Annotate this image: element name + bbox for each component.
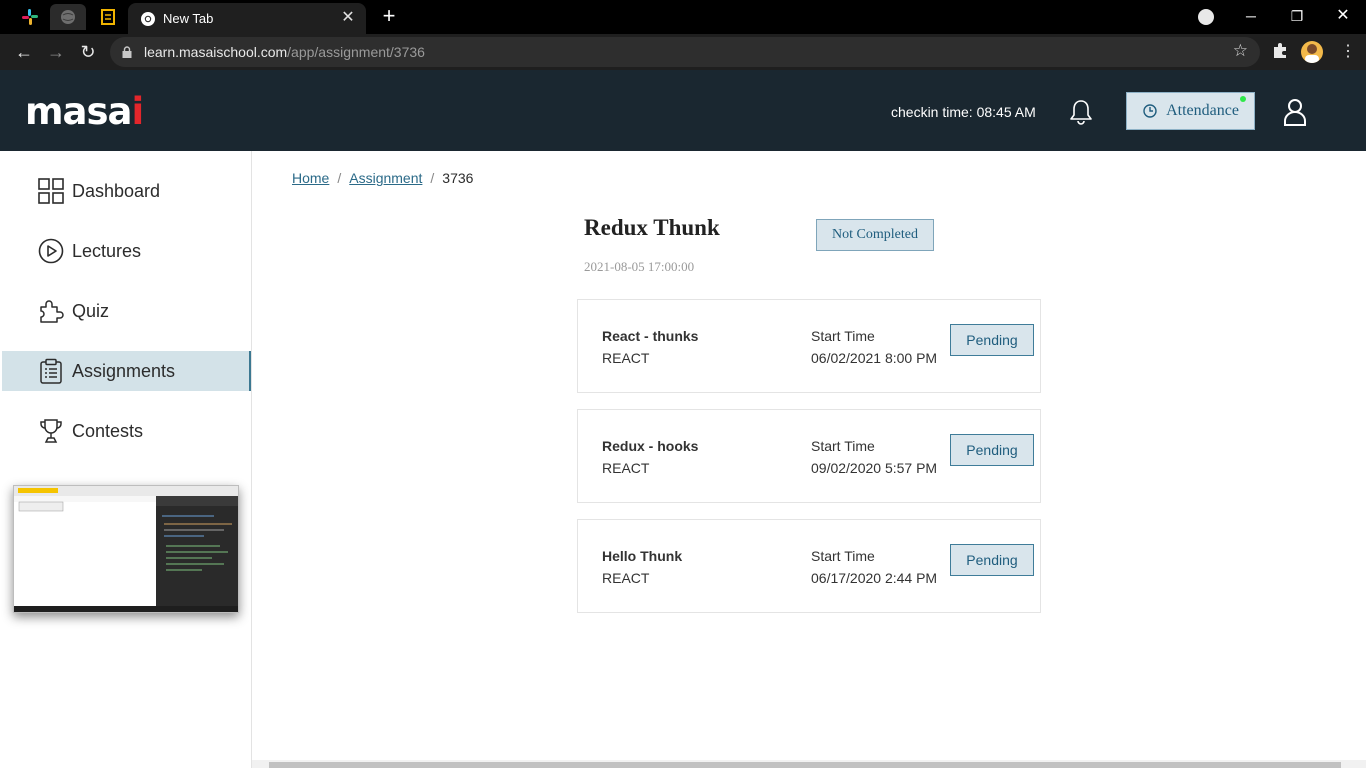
profile-avatar[interactable] xyxy=(1301,41,1323,63)
breadcrumb-current: 3736 xyxy=(442,170,474,186)
restore-button[interactable]: ❐ xyxy=(1282,4,1312,28)
start-time-label: Start Time xyxy=(811,548,875,564)
start-time-value: 09/02/2020 5:57 PM xyxy=(811,460,938,476)
chrome-icon xyxy=(141,12,155,26)
sidebar-item-label: Lectures xyxy=(72,241,142,261)
sidebar-item-label: Assignments xyxy=(72,361,176,381)
back-button[interactable]: ← xyxy=(12,40,36,64)
masai-logo[interactable]: masai xyxy=(25,90,144,133)
bookmark-star-icon[interactable]: ☆ xyxy=(1233,41,1248,61)
tab-new-tab[interactable]: New Tab ✕ xyxy=(128,3,366,34)
lock-icon xyxy=(122,46,132,58)
problem-tag: REACT xyxy=(602,350,650,366)
problem-name: React - thunks xyxy=(602,328,699,344)
browser-tabbar: New Tab ✕ + ─ ❐ ✕ xyxy=(0,0,1366,34)
browser-toolbar: ← → ↻ learn.masaischool.com/app/assignme… xyxy=(0,34,1366,70)
pinned-tab-globe[interactable] xyxy=(50,4,86,30)
checkin-time: checkin time: 08:45 AM xyxy=(891,104,1036,120)
sidebar-item-label: Dashboard xyxy=(72,181,161,201)
assignment-title: Redux Thunk xyxy=(584,215,720,240)
online-status-dot xyxy=(1240,96,1246,102)
sidebar-item-assignments[interactable]: Assignments xyxy=(2,351,251,391)
problem-card[interactable]: React - thunks REACT Start Time 06/02/20… xyxy=(577,299,1041,393)
minimize-button[interactable]: ─ xyxy=(1236,4,1266,28)
sidebar-item-label: Contests xyxy=(72,421,144,441)
sidebar-item-quiz[interactable]: Quiz xyxy=(2,291,251,331)
pending-button[interactable]: Pending xyxy=(950,434,1034,466)
sidebar-item-contests[interactable]: Contests xyxy=(2,411,251,451)
avatar-icon xyxy=(1305,44,1319,63)
start-time-label: Start Time xyxy=(811,328,875,344)
sidebar-item-label: Quiz xyxy=(72,301,110,321)
start-time-label: Start Time xyxy=(811,438,875,454)
pinned-tab-docs[interactable] xyxy=(90,4,126,30)
problem-card[interactable]: Redux - hooks REACT Start Time 09/02/202… xyxy=(577,409,1041,503)
scrollbar-thumb[interactable] xyxy=(269,762,1341,768)
sidebar: Dashboard Lectures Quiz Assignments Cont… xyxy=(0,151,252,768)
site-header: masai checkin time: 08:45 AM Attendance xyxy=(0,70,1366,151)
pending-button[interactable]: Pending xyxy=(950,324,1034,356)
attendance-button[interactable]: Attendance xyxy=(1126,92,1255,130)
tab-title: New Tab xyxy=(163,11,214,26)
assignment-date: 2021-08-05 17:00:00 xyxy=(584,259,695,274)
sidebar-item-lectures[interactable]: Lectures xyxy=(2,231,251,271)
browser-menu-icon[interactable]: ⋮ xyxy=(1340,41,1356,63)
tab-search-icon[interactable] xyxy=(1198,9,1214,25)
thumbnail-preview-image xyxy=(14,486,238,612)
breadcrumb-home-link[interactable]: Home xyxy=(292,170,329,186)
document-icon xyxy=(101,9,115,25)
new-tab-button[interactable]: + xyxy=(378,5,400,27)
trophy-icon xyxy=(40,419,62,443)
close-window-button[interactable]: ✕ xyxy=(1328,4,1358,28)
forward-button[interactable]: → xyxy=(44,40,68,64)
screen-share-thumbnail[interactable] xyxy=(13,485,239,613)
problem-card[interactable]: Hello Thunk REACT Start Time 06/17/2020 … xyxy=(577,519,1041,613)
globe-icon xyxy=(61,10,75,24)
extensions-puzzle-icon[interactable] xyxy=(1271,42,1289,60)
close-tab-icon[interactable]: ✕ xyxy=(338,8,358,28)
problem-name: Hello Thunk xyxy=(602,548,683,564)
breadcrumb-separator: / xyxy=(430,170,435,186)
sidebar-item-dashboard[interactable]: Dashboard xyxy=(2,171,251,211)
breadcrumb-separator: / xyxy=(337,170,342,186)
url-text: learn.masaischool.com/app/assignment/373… xyxy=(144,44,425,60)
clock-icon xyxy=(1143,104,1157,118)
puzzle-icon xyxy=(40,300,64,323)
horizontal-scrollbar[interactable] xyxy=(252,760,1366,768)
user-icon[interactable] xyxy=(1283,98,1307,126)
reload-button[interactable]: ↻ xyxy=(76,40,100,64)
pinned-tab-slack[interactable] xyxy=(12,4,48,30)
clipboard-icon xyxy=(40,358,62,384)
start-time-value: 06/17/2020 2:44 PM xyxy=(811,570,938,586)
breadcrumb-assignment-link[interactable]: Assignment xyxy=(349,170,422,186)
problem-tag: REACT xyxy=(602,460,650,476)
play-icon xyxy=(38,238,64,264)
breadcrumb: Home / Assignment / 3736 xyxy=(292,170,473,186)
pending-button[interactable]: Pending xyxy=(950,544,1034,576)
attendance-label: Attendance xyxy=(1166,102,1239,119)
dashboard-icon xyxy=(38,178,64,204)
slack-icon xyxy=(22,9,38,25)
problem-name: Redux - hooks xyxy=(602,438,699,454)
assignment-status-badge: Not Completed xyxy=(816,219,934,251)
notification-bell-icon[interactable] xyxy=(1067,98,1095,126)
problem-tag: REACT xyxy=(602,570,650,586)
start-time-value: 06/02/2021 8:00 PM xyxy=(811,350,938,366)
address-bar[interactable]: learn.masaischool.com/app/assignment/373… xyxy=(110,37,1260,67)
